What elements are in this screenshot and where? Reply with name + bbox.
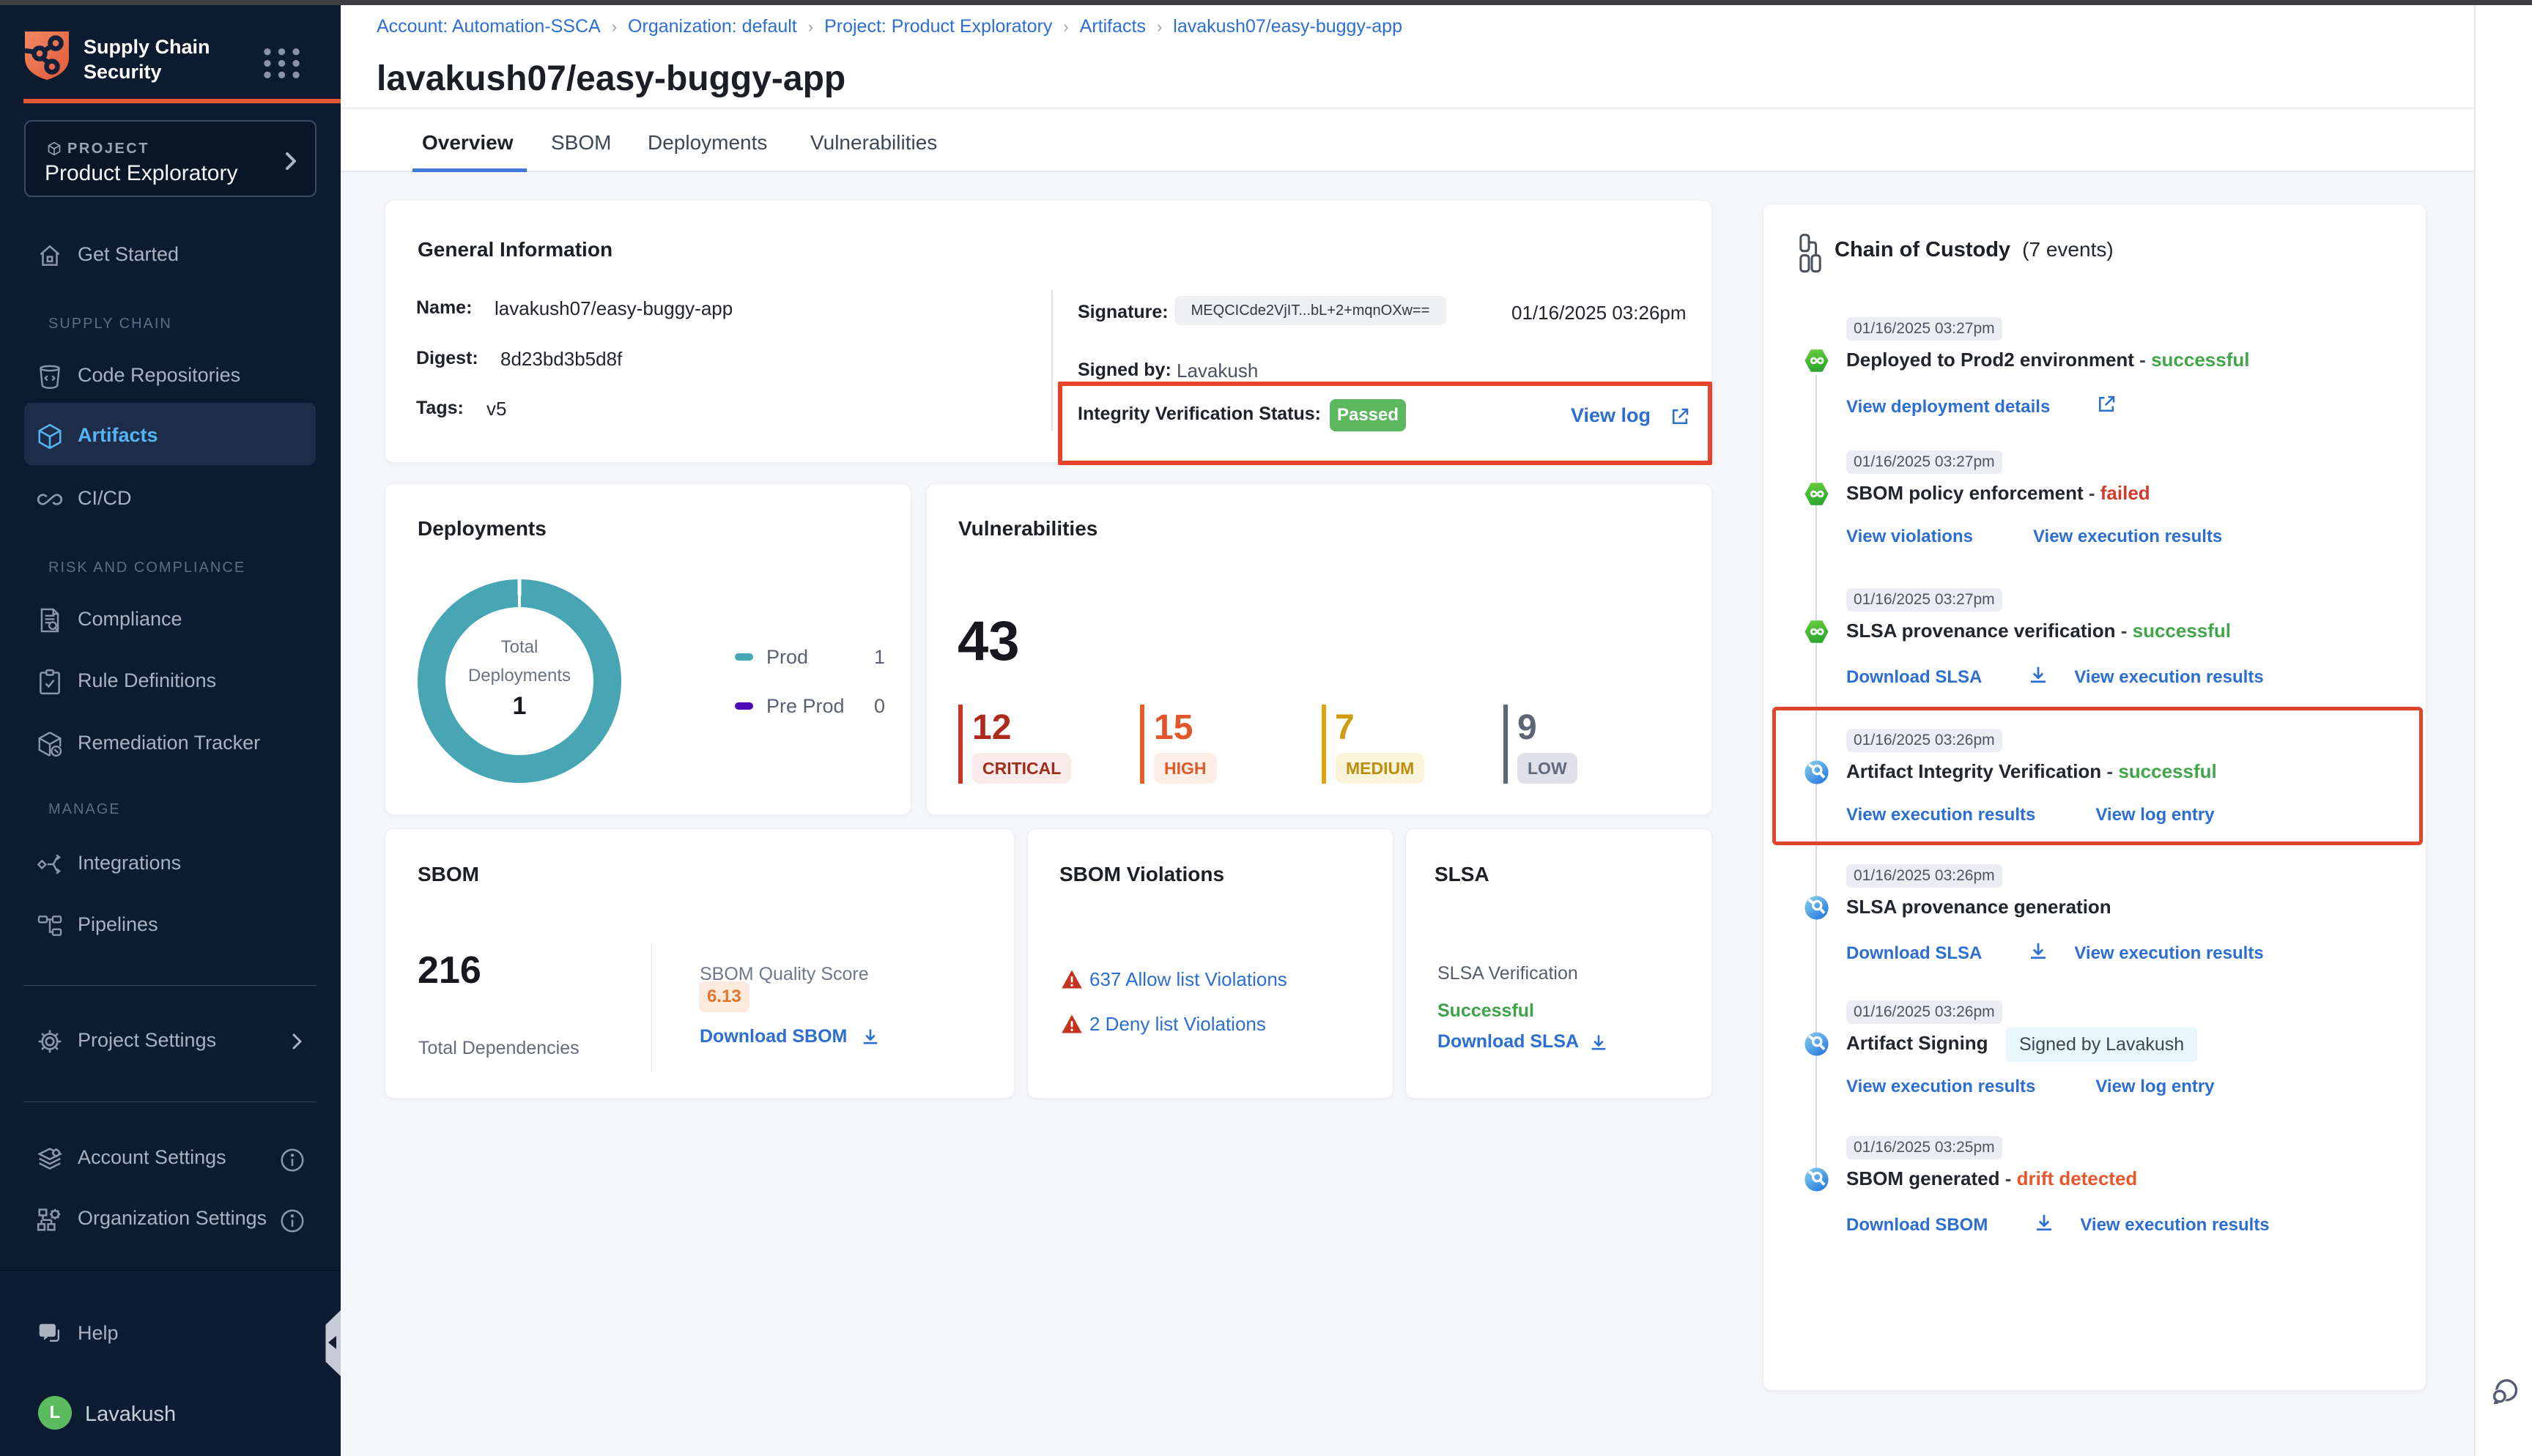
svg-text:?: ? xyxy=(43,1324,51,1338)
